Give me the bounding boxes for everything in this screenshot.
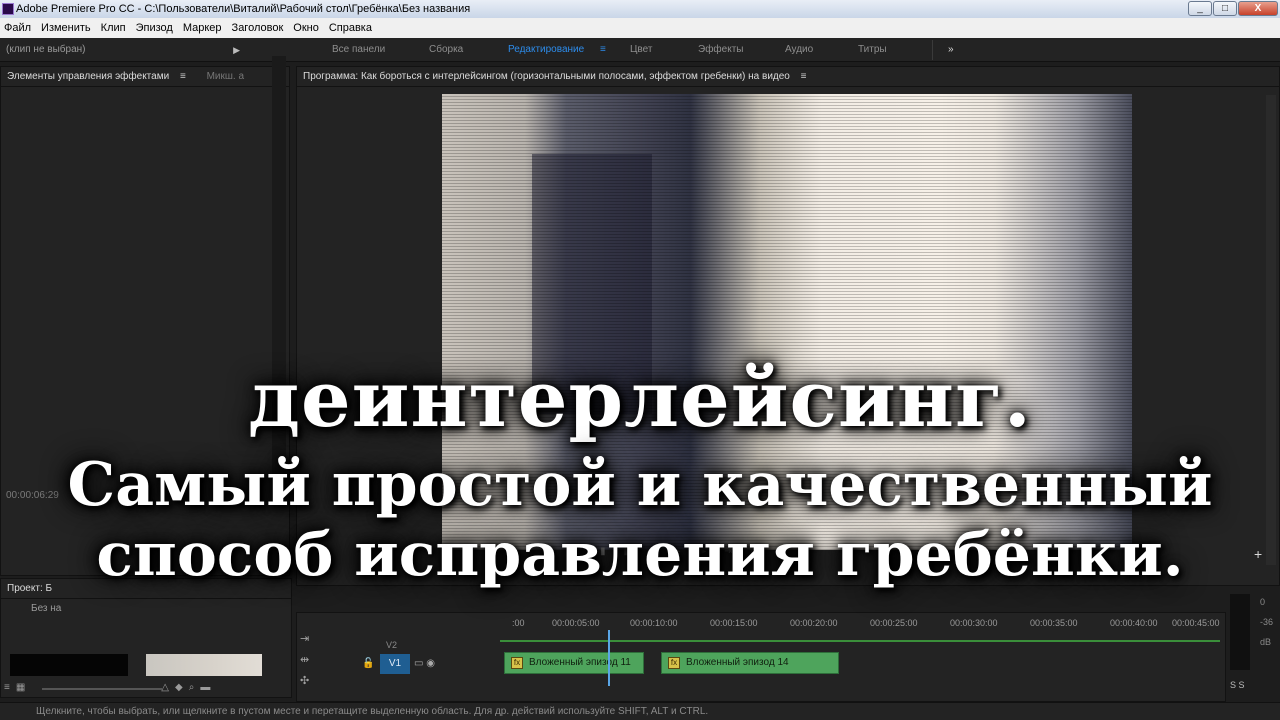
sync-icon[interactable]: ▭ ◉ [414,658,435,669]
menu-marker[interactable]: Маркер [179,18,228,38]
track-v1-target[interactable]: V1 [380,654,410,674]
lock-icon[interactable]: 🔓 [362,658,374,669]
workspace-divider [932,40,933,60]
workspace-editing-menu-icon[interactable]: ≡ [600,38,606,62]
menu-window[interactable]: Окно [289,18,325,38]
track-v2-label: V2 [386,640,398,650]
effect-controls-timecode: 00:00:06:29 [6,490,59,501]
icon-view-icon[interactable]: ▦ [16,682,25,693]
workspace-color[interactable]: Цвет [630,38,652,62]
project-header: Проект: Б [1,579,291,599]
lift-icon[interactable]: ⇥ [724,546,732,557]
button-editor-add[interactable]: + [1254,546,1262,562]
ripple-edit-icon[interactable]: ⇹ [300,653,309,666]
close-button[interactable]: X [1238,1,1278,16]
meter-label: 0 [1260,597,1266,607]
premiere-window: Adobe Premiere Pro CC - C:\Пользователи\… [0,0,1280,720]
menu-edit[interactable]: Изменить [37,18,97,38]
audio-mixer-tab[interactable]: Микш. а [207,71,244,82]
workspace-assembly[interactable]: Сборка [429,38,463,62]
clip-label: Вложенный эпизод 11 [529,657,631,668]
menu-clip[interactable]: Клип [97,18,132,38]
audio-meter-bar [1230,594,1250,670]
ruler-tick: 00:00:45:00 [1172,618,1220,628]
ruler-tick: 00:00:20:00 [790,618,838,628]
menu-title[interactable]: Заголовок [228,18,290,38]
program-monitor-title[interactable]: Программа: Как бороться с интерлейсингом… [303,71,790,82]
menu-bar: Файл Изменить Клип Эпизод Маркер Заголов… [0,18,1280,38]
menu-file[interactable]: Файл [0,18,37,38]
project-item-row[interactable]: Без на [1,599,291,619]
meter-label: dB [1260,637,1272,647]
title-bar: Adobe Premiere Pro CC - C:\Пользователи\… [0,0,1280,18]
status-bar: Щелкните, чтобы выбрать, или щелкните в … [0,702,1280,720]
solo-buttons[interactable]: S S [1230,680,1245,690]
no-clip-selected-row: (клип не выбран) ▶ [6,42,242,58]
step-back-icon[interactable]: ◀ [647,546,655,557]
ruler-tick: 00:00:30:00 [950,618,998,628]
project-thumbnail-light[interactable] [146,654,262,676]
project-panel: Проект: Б Без на [0,578,292,698]
menu-sequence[interactable]: Эпизод [132,18,179,38]
ruler-tick: 00:00:35:00 [1030,618,1078,628]
play-icon[interactable]: ▶ [673,546,681,557]
workspace-all-panels[interactable]: Все панели [332,38,385,62]
program-transport-controls: ▮ ▮ ◀ ▶ ▶ ⇥ ▣ [600,546,760,557]
panel-menu-icon[interactable]: ≡ [180,71,186,82]
program-scrollbar[interactable] [1266,95,1276,565]
video-frame[interactable] [442,94,1132,550]
find-icon[interactable]: ⌕ [189,682,195,693]
premiere-app-icon [2,3,14,15]
timeline-clip[interactable]: fx Вложенный эпизод 14 [661,652,839,674]
meter-label: -36 [1260,617,1274,627]
workspace-effects[interactable]: Эффекты [698,38,743,62]
clip-label: Вложенный эпизод 14 [686,657,789,668]
workspace-audio[interactable]: Аудио [785,38,813,62]
fx-badge-icon: fx [511,657,523,669]
new-bin-icon[interactable]: ▬ [200,682,210,693]
ruler-tick: 00:00:25:00 [870,618,918,628]
ruler-tick: 00:00:05:00 [552,618,600,628]
project-thumbnail-dark[interactable] [10,654,128,676]
mark-in-icon[interactable]: ▮ [600,546,606,557]
step-forward-icon[interactable]: ▶ [698,546,706,557]
razor-icon[interactable]: ✣ [300,674,309,687]
interlace-comb-lines [442,94,1132,550]
effect-controls-tab[interactable]: Элементы управления эффектами [7,71,169,82]
clip-status-label: (клип не выбран) [6,44,86,55]
project-item-name: Без на [31,603,62,614]
automate-icon[interactable]: ◆ [175,682,183,693]
fx-badge-icon: fx [668,657,680,669]
ruler-tick: 00:00:15:00 [710,618,758,628]
workspace-titles[interactable]: Титры [858,38,887,62]
playhead[interactable] [608,630,610,686]
workspace-editing[interactable]: Редактирование [508,38,584,62]
program-menu-icon[interactable]: ≡ [801,71,807,82]
timeline-clip[interactable]: fx Вложенный эпизод 11 [504,652,644,674]
expand-arrow-icon[interactable]: ▶ [233,42,240,58]
workspace-more-button[interactable]: » [948,38,954,62]
export-frame-icon[interactable]: ▣ [751,546,760,557]
window-title: Adobe Premiere Pro CC - C:\Пользователи\… [16,3,471,15]
menu-help[interactable]: Справка [325,18,378,38]
ruler-tick: :00 [512,618,525,628]
project-tab[interactable]: Проект: Б [7,583,52,594]
ruler-tick: 00:00:40:00 [1110,618,1158,628]
ruler-tick: 00:00:10:00 [630,618,678,628]
minimize-button[interactable]: _ [1188,1,1212,16]
program-monitor-header: Программа: Как бороться с интерлейсингом… [297,67,1279,87]
meter-scale: 0 -36 dB [1260,592,1273,652]
list-view-icon[interactable]: ≡ [4,682,10,693]
tools-panel: ⇥ ⇹ ✣ [300,632,309,687]
effect-controls-header: Элементы управления эффектами ≡ Микш. а [1,67,289,87]
project-toolbar: ≡ ▦ △ ◆ ⌕ ▬ [4,682,210,693]
maximize-button[interactable]: □ [1213,1,1237,16]
effect-controls-timeline-area [272,56,286,506]
audio-meters-panel: 0 -36 dB S S [1226,588,1280,700]
track-select-icon[interactable]: ⇥ [300,632,309,645]
mark-out-icon[interactable]: ▮ [624,546,630,557]
sort-icon[interactable]: △ [161,682,169,693]
